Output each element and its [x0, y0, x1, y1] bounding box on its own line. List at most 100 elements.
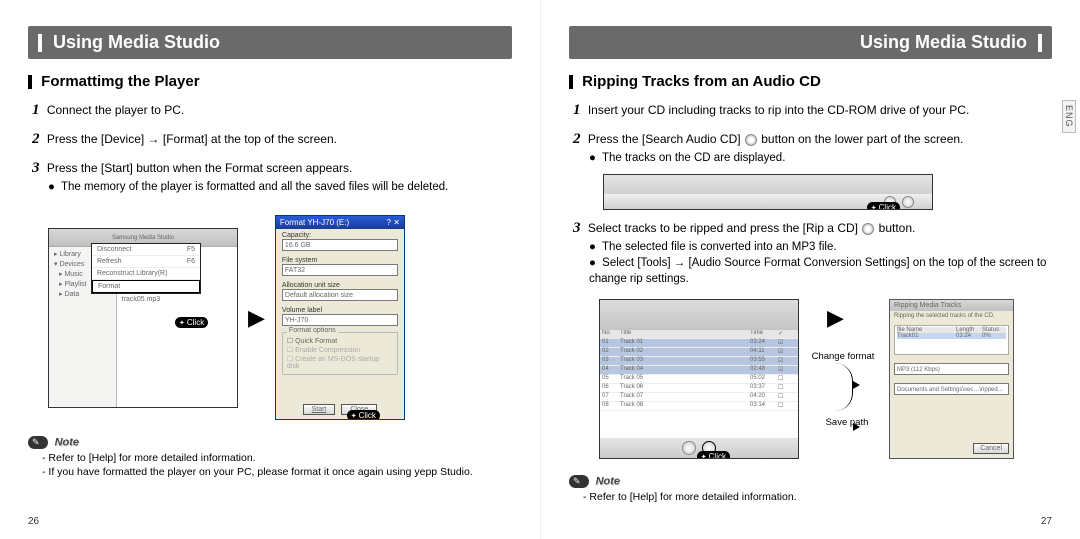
opt-msdos[interactable]: ☐ Create an MS-DOS startup disk — [287, 355, 393, 370]
start-button[interactable]: Start — [303, 404, 336, 415]
step-3-right: 3 Select tracks to be ripped and press t… — [573, 218, 1052, 287]
menu-item[interactable]: Disconnect F5 — [92, 244, 200, 256]
alloc-value[interactable]: Default allocation size — [282, 289, 398, 301]
menu-item-format[interactable]: Format — [92, 280, 200, 293]
volume-value[interactable]: YH-J70 — [282, 314, 398, 326]
rip-dialog-subtitle: Ripping the selected tracks of the CD. — [890, 311, 1013, 321]
ss-tracks-header — [600, 300, 798, 330]
step-2-right: 2 Press the [Search Audio CD] button on … — [573, 129, 1052, 166]
ss-tracks-body: NoTitleTime✓ 01Track 0103:24☑ 02Track 02… — [600, 330, 798, 438]
screenshot-row-rip: NoTitleTime✓ 01Track 0103:24☑ 02Track 02… — [599, 299, 1052, 459]
step-1-right: 1 Insert your CD including tracks to rip… — [573, 100, 1052, 121]
bullet-icon: ● — [589, 241, 596, 253]
dialog-titlebar: Format YH-J70 (E:) ? ✕ — [276, 216, 404, 229]
device-menu-popup: Disconnect F5 Refresh F6 Reconstruct Lib… — [91, 243, 201, 294]
format-options-title: Format options — [287, 327, 338, 334]
step-3-sub2-text: Select [Tools] → [Audio Source Format Co… — [589, 257, 1046, 285]
label-save-path: Save path — [807, 417, 887, 428]
table-row[interactable]: 01Track 0103:24☑ — [600, 339, 798, 348]
note-title-right: Note — [596, 476, 620, 488]
note-icon — [28, 436, 48, 449]
step-text: Press the [Search Audio CD] button on th… — [588, 132, 964, 146]
screenshot-row-left: Samsung Media Studio ▸ Library ▾ Devices… — [48, 215, 512, 420]
table-row[interactable]: 02Track 0204:11☑ — [600, 348, 798, 357]
rip-format-dropdown[interactable]: MP3 (112 Kbps) — [894, 363, 1009, 375]
section-title-left: Formattimg the Player — [28, 73, 512, 90]
step-num: 2 — [32, 131, 40, 147]
note-icon — [569, 475, 589, 488]
volume-label: Volume label — [282, 307, 398, 314]
step-num: 1 — [573, 102, 581, 118]
table-row[interactable]: 07Track 0704:20☐ — [600, 393, 798, 402]
opt-compression[interactable]: ☐ Enable Compression — [287, 346, 393, 354]
section-title-text-right: Ripping Tracks from an Audio CD — [582, 73, 821, 90]
language-tab: ENG — [1062, 100, 1076, 133]
step-text: Press the [Start] button when the Format… — [47, 161, 353, 175]
bullet-icon: ● — [589, 152, 596, 164]
bullet-icon: ● — [589, 257, 596, 269]
header-left: Using Media Studio — [28, 26, 512, 59]
click-tag: Click — [347, 410, 380, 420]
label-change-format: Change format — [803, 351, 883, 362]
step-text: Connect the player to PC. — [47, 103, 184, 117]
cd-icon — [862, 223, 874, 235]
rip-dialog-title: Ripping Media Tracks — [890, 300, 1013, 311]
screenshot-media-studio-main: Samsung Media Studio ▸ Library ▾ Devices… — [48, 228, 238, 408]
rip-save-path[interactable]: Documents and Settings\sec…\ripped… — [894, 383, 1009, 395]
step-3-left: 3 Press the [Start] button when the Form… — [32, 158, 512, 195]
cd-icon — [745, 134, 757, 146]
menu-item[interactable]: Reconstruct Library(R) — [92, 268, 200, 280]
screenshot-format-dialog: Format YH-J70 (E:) ? ✕ Capacity:16.6 GB … — [275, 215, 405, 420]
step-2-left: 2 Press the [Device] → [Format] at the t… — [32, 129, 512, 150]
step-text: Select tracks to be ripped and press the… — [588, 221, 916, 235]
step-3-sub1: ● The selected file is converted into an… — [589, 239, 1052, 255]
step-2-sub: ● The tracks on the CD are displayed. — [589, 150, 1052, 166]
section-title-right: Ripping Tracks from an Audio CD — [569, 73, 1052, 90]
page-number-right: 27 — [1041, 516, 1052, 527]
step-3-sub-text: The memory of the player is formatted an… — [61, 181, 448, 193]
alloc-label: Allocation unit size — [282, 282, 398, 289]
step-num: 2 — [573, 131, 581, 147]
table-row[interactable]: 08Track 0803:14☐ — [600, 402, 798, 411]
click-tag: Click — [867, 202, 900, 210]
screenshot-search-audio-cd-bar: Click — [603, 174, 933, 210]
format-options-group: Format options ☐ Quick Format ☐ Enable C… — [282, 332, 398, 375]
search-audio-cd-button[interactable] — [682, 441, 696, 455]
page-spread: Using Media Studio Formattimg the Player… — [0, 0, 1080, 539]
rip-callout-labels: ▶ Change format Save path — [809, 299, 879, 459]
table-row[interactable]: 04Track 0402:48☑ — [600, 366, 798, 375]
note-title-left: Note — [55, 437, 79, 449]
step-3-sub2: ● Select [Tools] → [Audio Source Format … — [589, 255, 1052, 287]
table-row[interactable]: 05Track 0505:02☐ — [600, 375, 798, 384]
capacity-value[interactable]: 16.6 GB — [282, 239, 398, 251]
filesystem-label: File system — [282, 257, 398, 264]
screenshot-row-searchcd: Click — [603, 174, 1052, 210]
note-item: Refer to [Help] for more detailed inform… — [42, 451, 512, 465]
header-title-left: Using Media Studio — [53, 32, 220, 52]
step-3-sub1-text: The selected file is converted into an M… — [602, 241, 837, 253]
section-bar-icon — [28, 75, 32, 89]
page-number-left: 26 — [28, 516, 39, 527]
rip-cd-button[interactable] — [902, 196, 914, 208]
step-text: Insert your CD including tracks to rip i… — [588, 103, 969, 117]
opt-quickformat[interactable]: ☐ Quick Format — [287, 337, 393, 345]
table-row[interactable]: 06Track 0603:37☐ — [600, 384, 798, 393]
table-row[interactable]: 03Track 0303:55☑ — [600, 357, 798, 366]
note-item: Refer to [Help] for more detailed inform… — [583, 490, 1052, 504]
left-page: Using Media Studio Formattimg the Player… — [0, 0, 540, 539]
steps-right: 1 Insert your CD including tracks to rip… — [573, 100, 1052, 295]
click-tag: Click — [697, 451, 730, 459]
bullet-icon: ● — [48, 181, 55, 193]
section-title-text-left: Formattimg the Player — [41, 73, 199, 90]
capacity-label: Capacity: — [282, 232, 398, 239]
note-right: Note Refer to [Help] for more detailed i… — [569, 475, 1052, 504]
menu-item[interactable]: Refresh F6 — [92, 256, 200, 268]
screenshot-track-list: NoTitleTime✓ 01Track 0103:24☑ 02Track 02… — [599, 299, 799, 459]
note-item: If you have formatted the player on your… — [42, 465, 512, 479]
filesystem-value[interactable]: FAT32 — [282, 264, 398, 276]
cancel-button[interactable]: Cancel — [973, 443, 1009, 454]
arrow-right-icon: ▶ — [827, 305, 844, 331]
step-num: 1 — [32, 102, 40, 118]
header-right: Using Media Studio — [569, 26, 1052, 59]
header-title-right: Using Media Studio — [860, 32, 1027, 52]
